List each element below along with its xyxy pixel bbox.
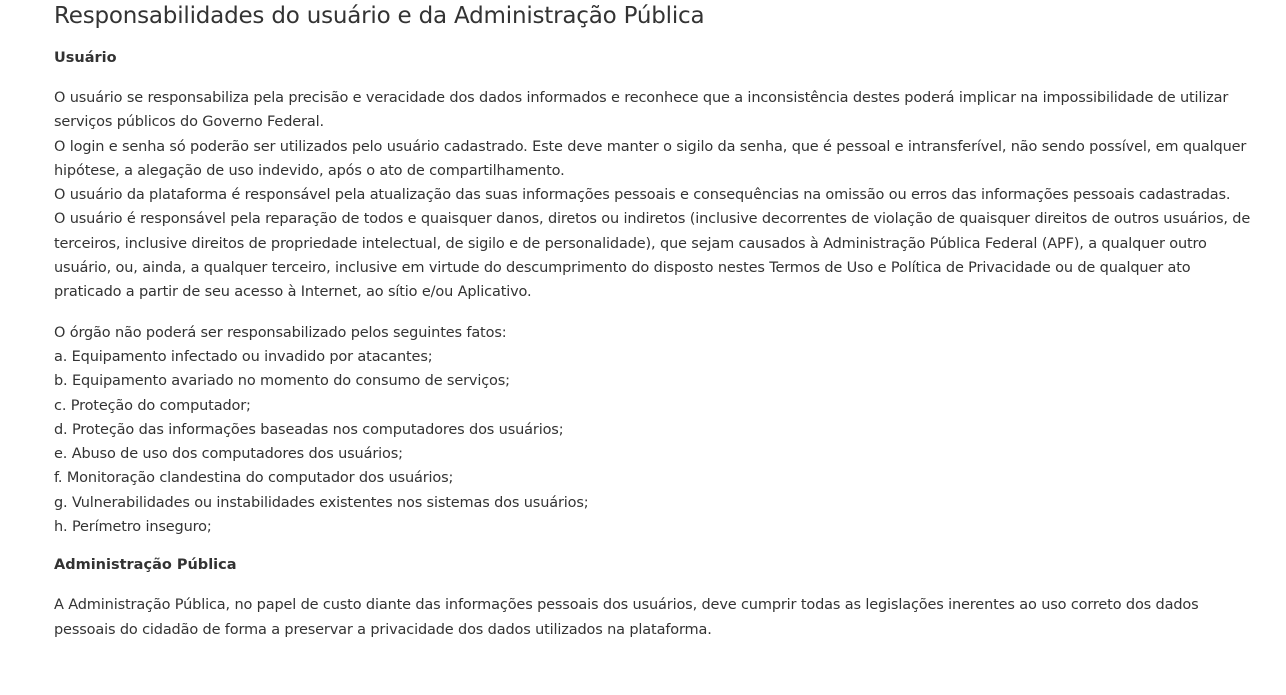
orgao-intro: O órgão não poderá ser responsabilizado … <box>54 324 507 341</box>
page-title: Responsabilidades do usuário e da Admini… <box>54 3 705 29</box>
orgao-liability-list: O órgão não poderá ser responsabilizado … <box>54 321 1252 540</box>
usuario-paragraph: O login e senha só poderão ser utilizado… <box>54 138 1247 179</box>
list-item: f. Monitoração clandestina do computador… <box>54 470 454 487</box>
list-item: e. Abuso de uso dos computadores dos usu… <box>54 446 403 463</box>
administracao-paragraph: A Administração Pública, no papel de cus… <box>54 597 1199 638</box>
list-item: c. Proteção do computador; <box>54 397 251 414</box>
usuario-paragraphs: O usuário se responsabiliza pela precisã… <box>54 86 1252 305</box>
list-item: a. Equipamento infectado ou invadido por… <box>54 348 433 365</box>
list-item: h. Perímetro inseguro; <box>54 519 212 536</box>
list-item: g. Vulnerabilidades ou instabilidades ex… <box>54 494 589 511</box>
section-heading-usuario: Usuário <box>54 50 117 66</box>
section-heading-administracao: Administração Pública <box>54 557 237 574</box>
terms-content: Responsabilidades do usuário e da Admini… <box>0 0 1286 695</box>
usuario-paragraph: O usuário é responsável pela reparação d… <box>54 211 1251 301</box>
administracao-paragraphs: A Administração Pública, no papel de cus… <box>54 593 1252 642</box>
list-item: b. Equipamento avariado no momento do co… <box>54 373 510 390</box>
list-item: d. Proteção das informações baseadas nos… <box>54 421 564 438</box>
usuario-paragraph: O usuário da plataforma é responsável pe… <box>54 187 1231 204</box>
usuario-paragraph: O usuário se responsabiliza pela precisã… <box>54 90 1229 131</box>
